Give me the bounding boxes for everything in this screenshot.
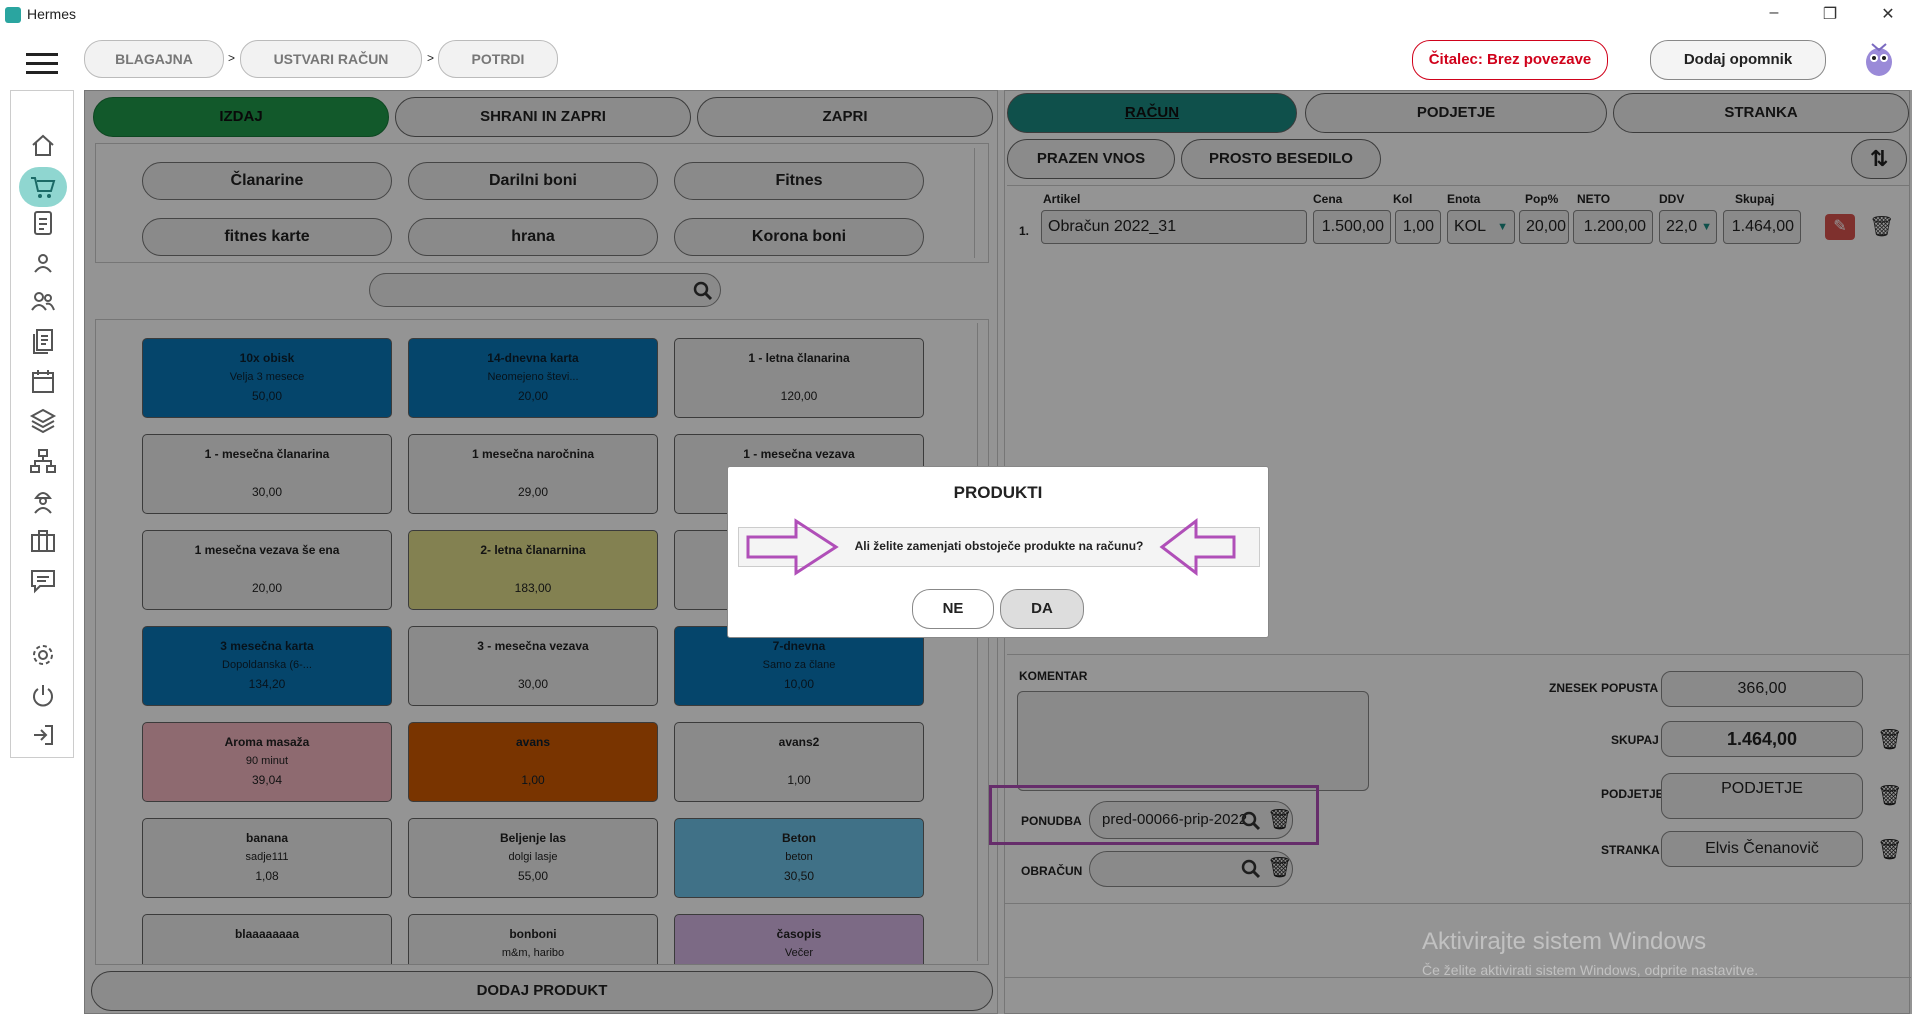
breadcrumb-separator: > xyxy=(427,51,435,65)
briefcase-icon[interactable] xyxy=(27,525,59,557)
no-button[interactable]: NE xyxy=(912,589,994,629)
breadcrumb-blagajna[interactable]: BLAGAJNA xyxy=(84,40,224,78)
arrow-right-icon xyxy=(744,517,840,582)
documents-icon[interactable] xyxy=(27,325,59,357)
reader-status-button[interactable]: Čitalec: Brez povezave xyxy=(1412,40,1608,80)
watermark-subtitle: Če želite aktivirati sistem Windows, odp… xyxy=(1422,962,1759,978)
chat-icon[interactable] xyxy=(27,565,59,597)
breadcrumb-confirm[interactable]: POTRDI xyxy=(438,40,558,78)
app-logo-icon xyxy=(5,7,21,23)
breadcrumb-separator: > xyxy=(228,51,236,65)
power-icon[interactable] xyxy=(27,679,59,711)
restore-button[interactable]: ❐ xyxy=(1818,4,1842,26)
sidebar xyxy=(10,90,74,758)
close-window-button[interactable]: ✕ xyxy=(1876,4,1900,26)
user-icon[interactable] xyxy=(27,247,59,279)
home-icon[interactable] xyxy=(27,129,59,161)
cart-icon[interactable] xyxy=(19,167,67,207)
add-reminder-button[interactable]: Dodaj opomnik xyxy=(1650,40,1826,80)
worker-icon[interactable] xyxy=(27,485,59,517)
menu-icon[interactable] xyxy=(26,53,58,77)
products-dialog: PRODUKTI Ali želite zamenjati obstoječe … xyxy=(727,466,1269,638)
watermark-title: Aktivirajte sistem Windows xyxy=(1422,928,1707,955)
activation-watermark: Aktivirajte sistem Windows Če želite akt… xyxy=(1422,928,1758,978)
dialog-title: PRODUKTI xyxy=(953,483,1043,502)
minimize-button[interactable]: – xyxy=(1762,4,1786,26)
settings-icon[interactable] xyxy=(27,639,59,671)
arrow-left-icon xyxy=(1158,517,1238,582)
logout-icon[interactable] xyxy=(27,719,59,751)
invoice-icon[interactable] xyxy=(27,207,59,239)
hierarchy-icon[interactable] xyxy=(27,445,59,477)
window-title: Hermes xyxy=(27,6,77,22)
title-bar: Hermes – ❐ ✕ xyxy=(0,0,1912,30)
users-icon[interactable] xyxy=(27,285,59,317)
yes-button[interactable]: DA xyxy=(1000,589,1084,629)
breadcrumb-create-invoice[interactable]: USTVARI RAČUN xyxy=(240,40,422,78)
avatar[interactable] xyxy=(1862,40,1896,78)
calendar-icon[interactable] xyxy=(27,365,59,397)
layers-icon[interactable] xyxy=(27,405,59,437)
